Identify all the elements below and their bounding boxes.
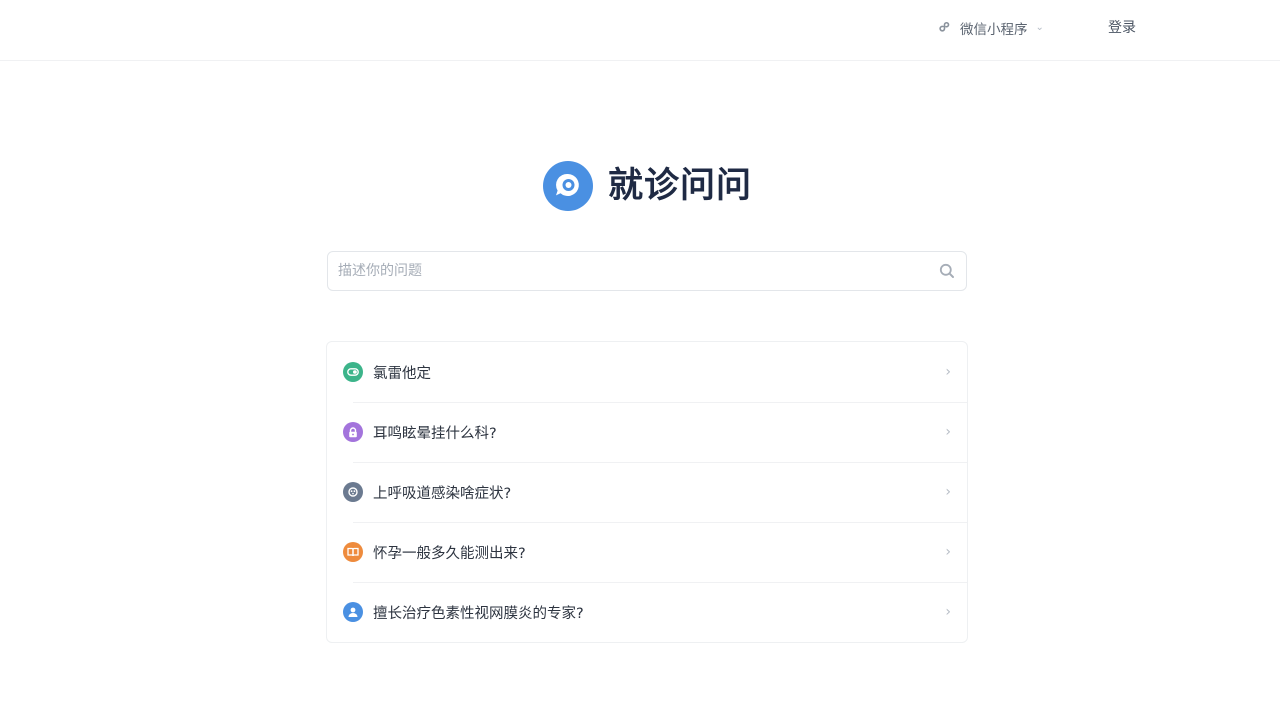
chevron-right-icon: › [945, 424, 951, 440]
lock-icon [343, 422, 363, 442]
search-button[interactable] [928, 252, 966, 290]
question-item[interactable]: 上呼吸道感染啥症状? › [327, 462, 967, 522]
chevron-right-icon: › [945, 484, 951, 500]
chat-bubble-logo-icon [543, 161, 593, 211]
chevron-right-icon: › [945, 544, 951, 560]
search-box [327, 251, 967, 291]
question-text: 氯雷他定 [373, 365, 431, 382]
question-text: 擅长治疗色素性视网膜炎的专家? [373, 605, 584, 622]
question-item[interactable]: 怀孕一般多久能测出来? › [327, 522, 967, 582]
login-link[interactable]: 登录 [1108, 18, 1136, 38]
question-item[interactable]: 氯雷他定 › [327, 342, 967, 402]
search-icon [939, 263, 954, 278]
question-text: 上呼吸道感染啥症状? [373, 485, 512, 502]
chevron-right-icon: › [945, 364, 951, 380]
link-icon [939, 21, 950, 32]
question-item[interactable]: 耳鸣眩晕挂什么科? › [327, 402, 967, 462]
virus-icon [343, 482, 363, 502]
pill-icon [343, 362, 363, 382]
chevron-right-icon: › [945, 604, 951, 620]
doctor-icon [343, 602, 363, 622]
chevron-down-icon: ⌄ [1035, 21, 1044, 33]
question-text: 耳鸣眩晕挂什么科? [373, 425, 497, 442]
search-input[interactable] [328, 252, 928, 290]
question-list: 氯雷他定 › 耳鸣眩晕挂什么科? › 上呼吸道感染啥症状? › 怀孕一般多久能测… [326, 341, 968, 643]
top-bar: 微信小程序 ⌄ 登录 [0, 0, 1280, 61]
book-icon [343, 542, 363, 562]
mini-program-dropdown[interactable]: 微信小程序 ⌄ [938, 18, 1044, 38]
question-item[interactable]: 擅长治疗色素性视网膜炎的专家? › [327, 582, 967, 642]
mini-program-label: 微信小程序 [960, 22, 1028, 38]
brand: 就诊问问 [543, 161, 752, 211]
question-text: 怀孕一般多久能测出来? [373, 545, 526, 562]
brand-title: 就诊问问 [608, 166, 753, 206]
